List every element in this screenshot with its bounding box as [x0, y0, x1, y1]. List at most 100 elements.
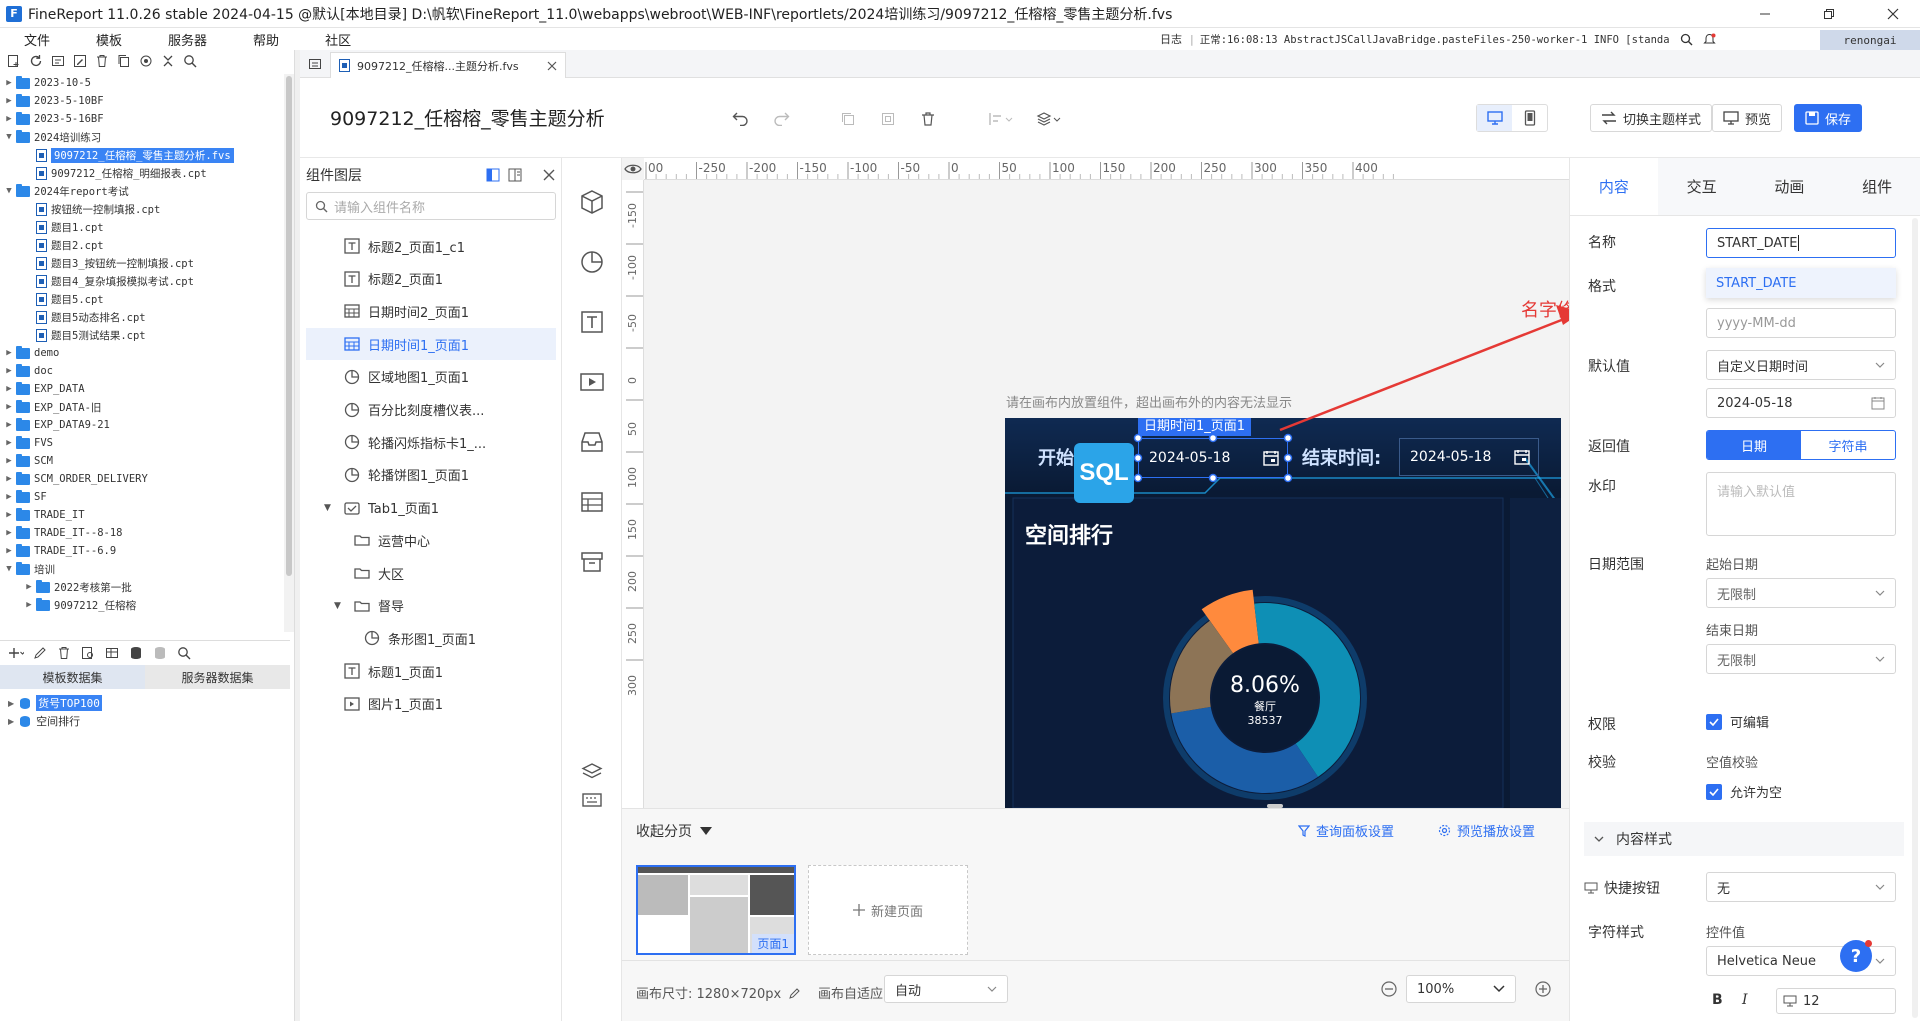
preview-dataset-icon[interactable]	[80, 645, 96, 661]
chevron-right-icon[interactable]: ▶	[4, 366, 14, 376]
tree-item[interactable]: ▼ 2024年report考试	[0, 182, 283, 200]
copy-icon[interactable]	[116, 53, 132, 69]
add-dataset-icon[interactable]	[8, 645, 24, 661]
tree-item[interactable]: ▶ TRADE_IT--6.9	[0, 542, 283, 560]
tab-server-datasets[interactable]: 服务器数据集	[145, 665, 290, 689]
notification-bell-icon[interactable]	[1703, 33, 1716, 46]
format-input[interactable]: yyyy-MM-dd	[1706, 308, 1896, 338]
paste-icon[interactable]	[880, 111, 896, 127]
layer-item[interactable]: ▼ Tab1_页面1	[306, 492, 556, 524]
chart-component-icon[interactable]	[578, 248, 606, 276]
save-button[interactable]: 保存	[1794, 104, 1863, 132]
layer-item[interactable]: 百分比刻度槽仪表...	[306, 394, 556, 426]
layer-item[interactable]: 条形图1_页面1	[306, 622, 556, 654]
tree-item[interactable]: 9097212_任榕榕_明细报表.cpt	[0, 164, 283, 182]
chevron-right-icon[interactable]: ▶	[4, 402, 14, 412]
watermark-textarea[interactable]: 请输入默认值	[1706, 472, 1896, 536]
font-size-input[interactable]: 12	[1776, 988, 1896, 1014]
delete-component-icon[interactable]	[920, 111, 936, 127]
tree-item[interactable]: 题目3_按钮统一控制填报.cpt	[0, 254, 283, 272]
tree-item[interactable]: ▶ SCM	[0, 452, 283, 470]
layer-item[interactable]: 标题2_页面1_c1	[306, 230, 556, 262]
list-view-icon[interactable]	[508, 168, 522, 182]
default-date-input[interactable]: 2024-05-18	[1706, 388, 1896, 418]
layer-item[interactable]: 轮播饼图1_页面1	[306, 459, 556, 491]
default-type-select[interactable]: 自定义日期时间	[1706, 350, 1896, 380]
tree-item[interactable]: 按钮统一控制填报.cpt	[0, 200, 283, 218]
media-component-icon[interactable]	[578, 368, 606, 396]
tab-animation[interactable]: 动画	[1746, 158, 1834, 215]
chevron-right-icon[interactable]: ▶	[4, 546, 14, 556]
layer-item[interactable]: 日期时间2_页面1	[306, 295, 556, 327]
cube-component-icon[interactable]	[578, 188, 606, 216]
search-dataset-icon[interactable]	[176, 645, 192, 661]
report-title[interactable]: 9097212_任榕榕_零售主题分析	[330, 104, 605, 131]
dashboard-canvas[interactable]: 开始 SQL 日期时间1_页面1 2024-05-18 结束时间: 2024-0…	[1005, 418, 1561, 808]
content-style-section[interactable]: 内容样式	[1584, 822, 1904, 856]
chevron-right-icon[interactable]: ▶	[4, 474, 14, 484]
chevron-right-icon[interactable]: ▶	[4, 492, 14, 502]
close-tab-icon[interactable]	[547, 61, 557, 71]
tree-item[interactable]: ▶ TRADE_IT	[0, 506, 283, 524]
search-tree-icon[interactable]	[182, 53, 198, 69]
keyboard-icon[interactable]	[578, 786, 606, 814]
split-view-icon[interactable]	[486, 168, 500, 182]
tab-interaction[interactable]: 交互	[1658, 158, 1746, 215]
tree-item[interactable]: ▶ doc	[0, 362, 283, 380]
allow-empty-checkbox[interactable]: 允许为空	[1706, 782, 1782, 801]
tree-item[interactable]: ▶ EXP_DATA9-21	[0, 416, 283, 434]
database-icon[interactable]	[128, 645, 144, 661]
name-suggestion-popup[interactable]: START_DATE	[1706, 268, 1896, 298]
delete-icon[interactable]	[94, 53, 110, 69]
close-layer-panel-icon[interactable]	[542, 168, 556, 182]
search-icon[interactable]	[1680, 33, 1693, 46]
refresh-icon[interactable]	[28, 53, 44, 69]
layer-item[interactable]: 运营中心	[306, 524, 556, 556]
chevron-down-icon[interactable]: ▼	[334, 601, 341, 611]
layer-item[interactable]: 标题1_页面1	[306, 655, 556, 687]
copy-component-icon[interactable]	[840, 111, 856, 127]
zoom-in-icon[interactable]	[1534, 980, 1552, 998]
layer-item[interactable]: 轮播闪烁指标卡1_...	[306, 426, 556, 458]
menu-help[interactable]: 帮助	[227, 30, 299, 49]
page-thumbnail[interactable]: 页面1	[636, 865, 796, 955]
tree-scrollbar[interactable]	[284, 74, 294, 632]
pencil-icon[interactable]	[789, 987, 801, 999]
chevron-right-icon[interactable]: ▶	[4, 510, 14, 520]
bold-button[interactable]: B	[1712, 992, 1723, 1008]
chevron-right-icon[interactable]: ▶	[4, 438, 14, 448]
chevron-right-icon[interactable]: ▶	[8, 699, 14, 708]
chevron-right-icon[interactable]: ▶	[8, 717, 14, 726]
layer-item[interactable]: 标题2_页面1	[306, 263, 556, 295]
layer-item[interactable]: 日期时间1_页面1	[306, 328, 556, 361]
tab-component[interactable]: 组件	[1833, 158, 1920, 215]
tree-item[interactable]: ▶ 2023-10-5	[0, 74, 283, 92]
preview-play-settings-link[interactable]: 预览播放设置	[1438, 821, 1535, 840]
maximize-button[interactable]	[1806, 0, 1852, 28]
target-icon[interactable]	[138, 53, 154, 69]
tree-item[interactable]: ▶ TRADE_IT--8-18	[0, 524, 283, 542]
return-string-option[interactable]: 字符串	[1801, 431, 1895, 459]
zoom-select[interactable]: 100%	[1406, 975, 1516, 1003]
eye-icon[interactable]	[622, 158, 644, 180]
dataset-item[interactable]: ▶ 空间排行	[0, 712, 290, 730]
edit-dataset-icon[interactable]	[32, 645, 48, 661]
menu-file[interactable]: 文件	[0, 30, 70, 49]
range-end-select[interactable]: 无限制	[1706, 644, 1896, 674]
shortcut-select[interactable]: 无	[1706, 872, 1896, 902]
chevron-right-icon[interactable]: ▶	[4, 114, 14, 124]
user-badge[interactable]: renongai	[1820, 30, 1920, 50]
new-page-button[interactable]: 新建页面	[808, 865, 968, 955]
chevron-right-icon[interactable]: ▶	[4, 420, 14, 430]
tree-item[interactable]: ▼ 2024培训练习	[0, 128, 283, 146]
dataset-item[interactable]: ▶ 货号TOP100	[0, 694, 290, 712]
tree-item[interactable]: ▶ SCM_ORDER_DELIVERY	[0, 470, 283, 488]
chevron-down-icon[interactable]: ▼	[4, 564, 14, 574]
mobile-view-button[interactable]	[1512, 105, 1547, 131]
chevron-right-icon[interactable]: ▶	[24, 582, 34, 592]
layer-order-icon[interactable]	[1036, 111, 1062, 127]
switch-theme-button[interactable]: 切换主题样式	[1590, 104, 1713, 132]
tree-item[interactable]: 题目1.cpt	[0, 218, 283, 236]
tree-item[interactable]: 题目5动态排名.cpt	[0, 308, 283, 326]
tab-content[interactable]: 内容	[1570, 158, 1658, 215]
